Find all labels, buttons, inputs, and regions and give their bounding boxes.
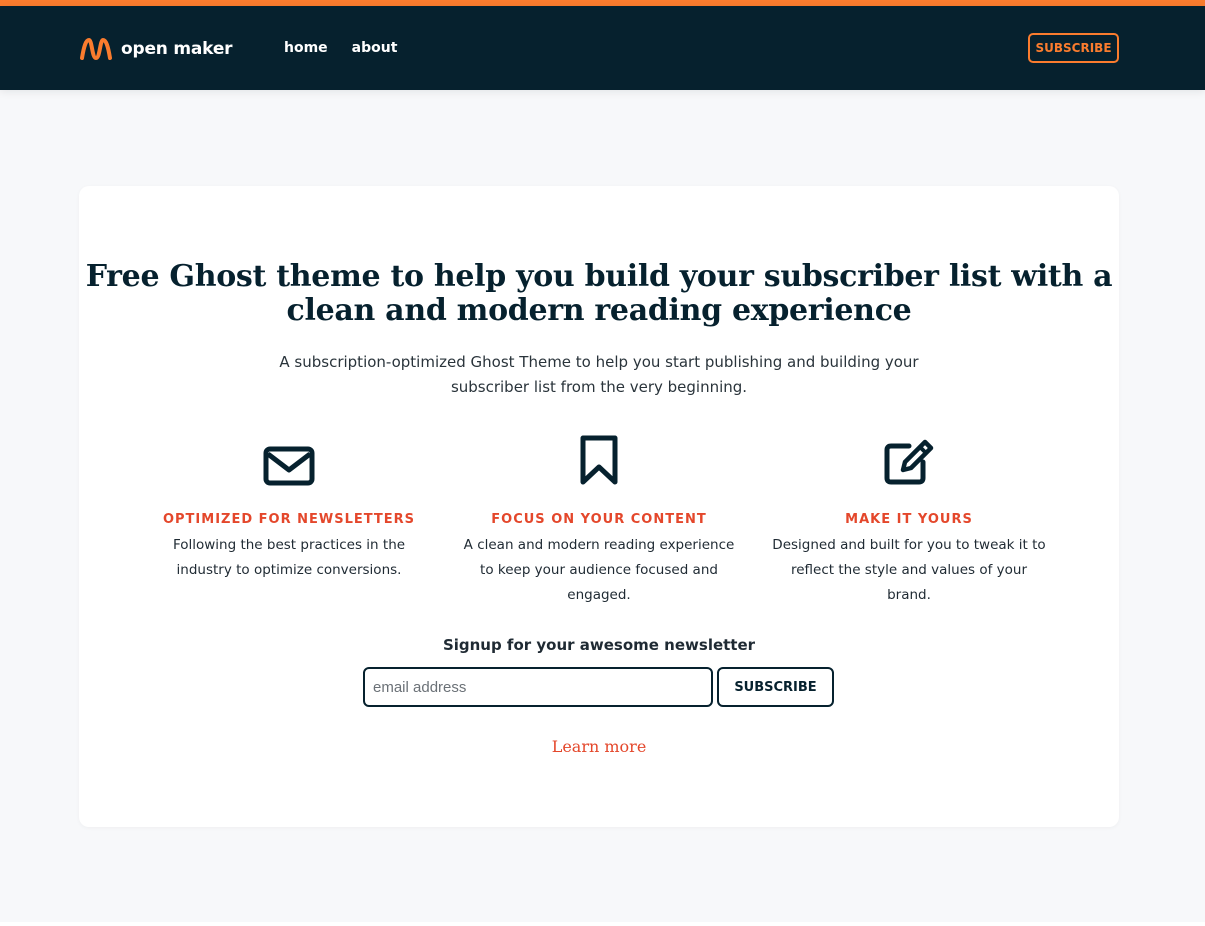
feature-content: FOCUS ON YOUR CONTENT A clean and modern…	[449, 434, 749, 608]
bookmark-icon	[579, 434, 619, 490]
nav-item-home[interactable]: home	[284, 40, 328, 56]
feature-title: FOCUS ON YOUR CONTENT	[491, 512, 707, 527]
site-header: open maker home about SUBSCRIBE	[0, 6, 1205, 90]
envelope-icon	[263, 446, 315, 490]
feature-title: MAKE IT YOURS	[845, 512, 973, 527]
feature-description: Following the best practices in the indu…	[172, 537, 406, 578]
feature-description: Designed and built for you to tweak it t…	[772, 537, 1046, 603]
site-logo[interactable]: open maker	[79, 36, 233, 62]
signup-label: Signup for your awesome newsletter	[442, 636, 756, 654]
hero-subtitle: A subscription-optimized Ghost Theme to …	[279, 353, 919, 396]
feature-title: OPTIMIZED FOR NEWSLETTERS	[162, 512, 416, 527]
main-nav: home about	[284, 40, 397, 56]
hero-title: Free Ghost theme to help you build your …	[85, 259, 1113, 328]
footer-strip	[0, 922, 1205, 926]
email-field[interactable]	[363, 667, 713, 707]
hero-card: Free Ghost theme to help you build your …	[79, 186, 1119, 827]
wave-logo-icon	[79, 36, 113, 62]
header-subscribe-button[interactable]: SUBSCRIBE	[1028, 33, 1119, 63]
features-section: OPTIMIZED FOR NEWSLETTERS Following the …	[79, 435, 1119, 603]
nav-item-about[interactable]: about	[352, 40, 398, 56]
edit-icon	[883, 438, 935, 490]
subscribe-button[interactable]: SUBSCRIBE	[717, 667, 834, 707]
feature-yours: MAKE IT YOURS Designed and built for you…	[759, 436, 1059, 608]
site-logo-text: open maker	[121, 39, 233, 59]
feature-description: A clean and modern reading experience to…	[463, 537, 735, 603]
learn-more-link[interactable]: Learn more	[79, 737, 1119, 756]
feature-newsletters: OPTIMIZED FOR NEWSLETTERS Following the …	[139, 436, 439, 583]
